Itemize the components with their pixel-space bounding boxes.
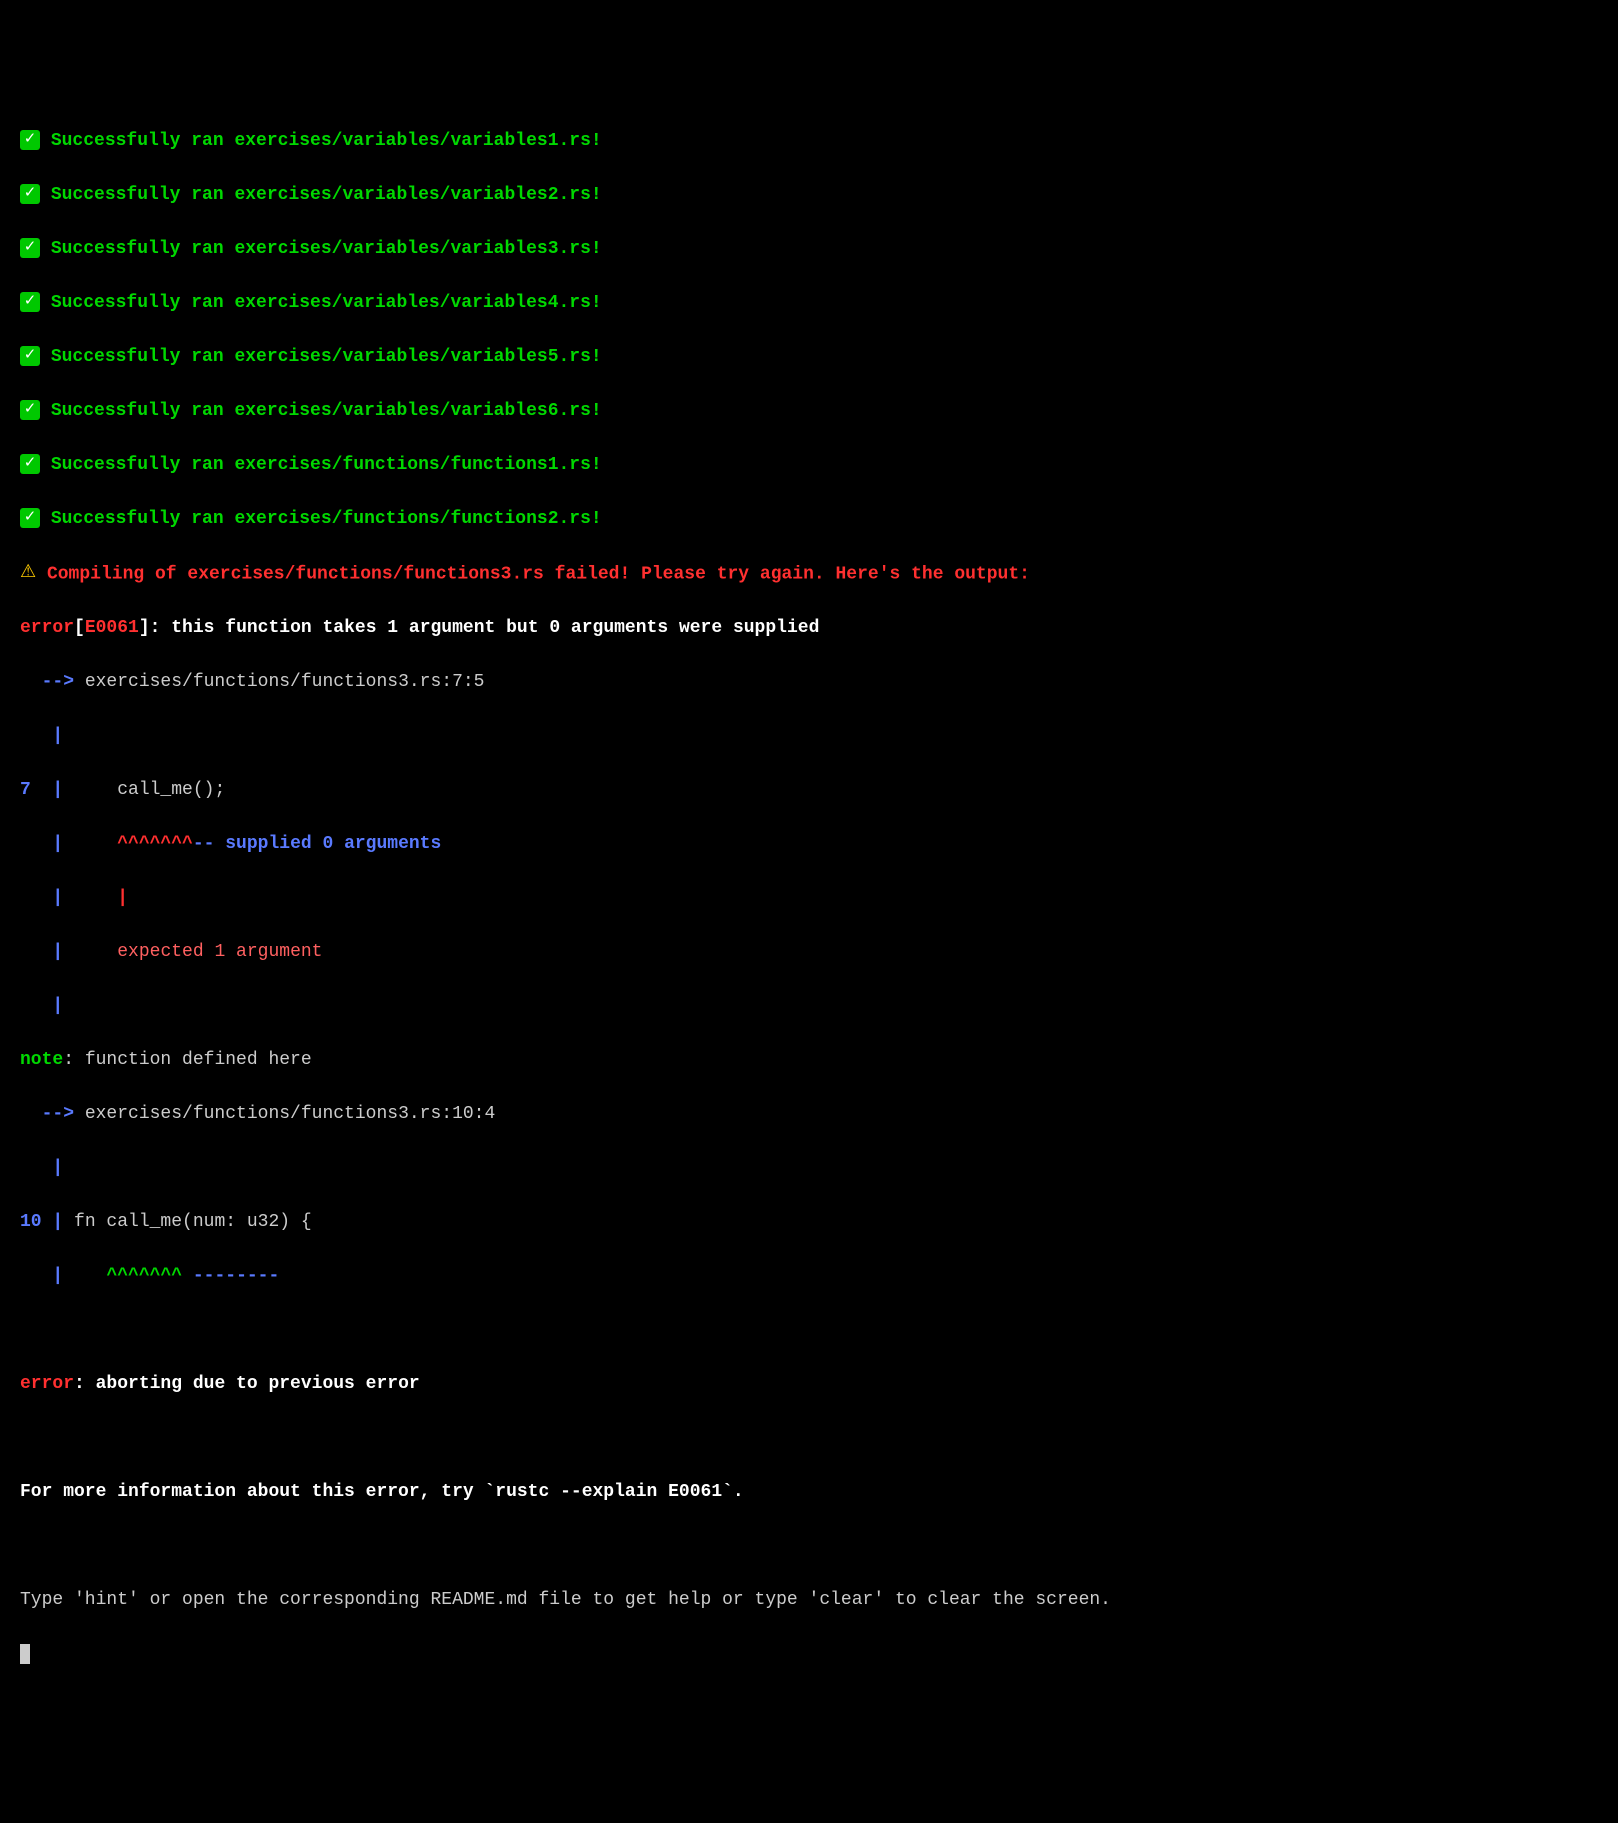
more-info-line: For more information about this error, t… (20, 1479, 1598, 1506)
prompt-line[interactable] (20, 1641, 1598, 1668)
check-icon: ✓ (20, 454, 40, 474)
success-text: Successfully ran exercises/functions/fun… (51, 455, 602, 475)
error-location: exercises/functions/functions3.rs:7:5 (85, 672, 485, 692)
caret-line: | ^^^^^^^ -------- (20, 1263, 1598, 1290)
supplied-message: supplied 0 arguments (214, 834, 441, 854)
check-icon: ✓ (20, 508, 40, 528)
hint-line: Type 'hint' or open the corresponding RE… (20, 1587, 1598, 1614)
blank-line (20, 1533, 1598, 1560)
code-content: call_me(); (63, 780, 225, 800)
arrow-icon: --> (20, 1104, 85, 1124)
caret-markers: ^^^^^^^ (106, 1266, 182, 1286)
failed-suffix: failed! Please try again. Here's the out… (544, 564, 1030, 584)
gutter-line: | (20, 993, 1598, 1020)
blank-line (20, 1317, 1598, 1344)
arrow-icon: --> (20, 672, 85, 692)
blank-line (20, 1425, 1598, 1452)
note-message: : function defined here (63, 1050, 311, 1070)
code-content: fn call_me(num: u32) { (63, 1212, 311, 1232)
gutter-line: | (20, 723, 1598, 750)
check-icon: ✓ (20, 400, 40, 420)
note-location: exercises/functions/functions3.rs:10:4 (85, 1104, 495, 1124)
note-header: note: function defined here (20, 1047, 1598, 1074)
failure-line: ⚠ Compiling of exercises/functions/funct… (20, 560, 1598, 588)
code-line: 10 | fn call_me(num: u32) { (20, 1209, 1598, 1236)
expected-message: expected 1 argument (117, 942, 322, 962)
success-line: ✓ Successfully ran exercises/variables/v… (20, 182, 1598, 209)
success-line: ✓ Successfully ran exercises/variables/v… (20, 344, 1598, 371)
note-label: note (20, 1050, 63, 1070)
cursor-icon (20, 1644, 30, 1664)
hint-text: Type 'hint' or open the corresponding RE… (20, 1590, 1111, 1610)
code-line: 7 | call_me(); (20, 777, 1598, 804)
error-header: error[E0061]: this function takes 1 argu… (20, 615, 1598, 642)
abort-line: error: aborting due to previous error (20, 1371, 1598, 1398)
check-icon: ✓ (20, 184, 40, 204)
success-line: ✓ Successfully ran exercises/variables/v… (20, 290, 1598, 317)
success-line: ✓ Successfully ran exercises/functions/f… (20, 452, 1598, 479)
success-text: Successfully ran exercises/variables/var… (51, 347, 602, 367)
success-text: Successfully ran exercises/variables/var… (51, 239, 602, 259)
caret-line: | ^^^^^^^-- supplied 0 arguments (20, 831, 1598, 858)
failed-path: exercises/functions/functions3.rs (187, 564, 543, 584)
success-text: Successfully ran exercises/variables/var… (51, 293, 602, 313)
note-location-line: --> exercises/functions/functions3.rs:10… (20, 1101, 1598, 1128)
mid-caret-line: | | (20, 885, 1598, 912)
check-icon: ✓ (20, 238, 40, 258)
success-line: ✓ Successfully ran exercises/variables/v… (20, 128, 1598, 155)
check-icon: ✓ (20, 130, 40, 150)
compiling-prefix: Compiling of (47, 564, 187, 584)
success-line: ✓ Successfully ran exercises/variables/v… (20, 398, 1598, 425)
success-line: ✓ Successfully ran exercises/functions/f… (20, 506, 1598, 533)
warning-icon: ⚠ (20, 560, 36, 587)
caret-markers: ^^^^^^^ (63, 834, 193, 854)
success-text: Successfully ran exercises/variables/var… (51, 185, 602, 205)
success-text: Successfully ran exercises/functions/fun… (51, 509, 602, 529)
error-message: : this function takes 1 argument but 0 a… (150, 618, 820, 638)
success-line: ✓ Successfully ran exercises/variables/v… (20, 236, 1598, 263)
error-location-line: --> exercises/functions/functions3.rs:7:… (20, 669, 1598, 696)
error-label: error (20, 618, 74, 638)
error-code: E0061 (85, 618, 139, 638)
check-icon: ✓ (20, 346, 40, 366)
line-number: 10 (20, 1212, 52, 1232)
abort-message: : aborting due to previous error (74, 1374, 420, 1394)
gutter-line: | (20, 1155, 1598, 1182)
check-icon: ✓ (20, 292, 40, 312)
success-text: Successfully ran exercises/variables/var… (51, 401, 602, 421)
expected-line: | expected 1 argument (20, 939, 1598, 966)
success-text: Successfully ran exercises/variables/var… (51, 131, 602, 151)
more-info-text: For more information about this error, t… (20, 1482, 744, 1502)
error-label: error (20, 1374, 74, 1394)
line-number: 7 (20, 780, 52, 800)
